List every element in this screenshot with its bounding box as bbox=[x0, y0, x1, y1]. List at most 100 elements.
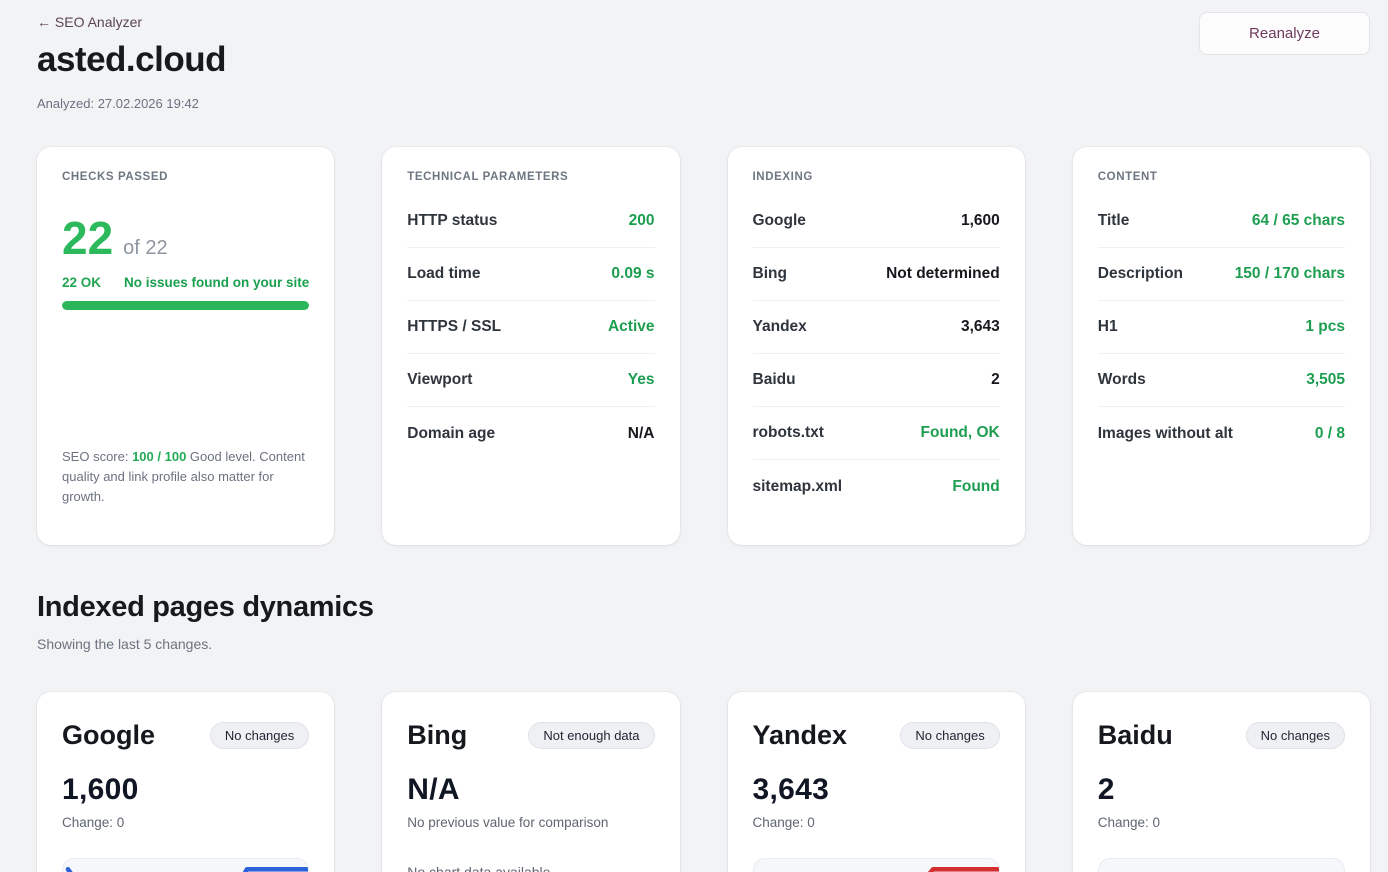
dynamics-section-subtitle: Showing the last 5 changes. bbox=[37, 636, 1370, 652]
checks-score: 22 bbox=[62, 215, 113, 261]
technical-rows: HTTP status 200 Load time 0.09 s HTTPS /… bbox=[407, 195, 654, 460]
change-label: Change: 0 bbox=[753, 815, 1000, 830]
yandex-dynamics-card: Yandex No changes 3,643 Change: 0 bbox=[728, 692, 1025, 872]
indexed-pages-value: 3,643 bbox=[753, 773, 1000, 807]
row-label: HTTP status bbox=[407, 212, 497, 230]
seo-report-page: ← SEO Analyzer Reanalyze asted.cloud Ana… bbox=[0, 0, 1388, 872]
row-label: H1 bbox=[1098, 318, 1118, 336]
row-value: 1 pcs bbox=[1305, 318, 1345, 336]
checks-progress-bar bbox=[62, 301, 309, 310]
row-h1-count: H1 1 pcs bbox=[1098, 301, 1345, 354]
row-viewport: Viewport Yes bbox=[407, 354, 654, 407]
analyzed-timestamp: Analyzed: 27.02.2026 19:42 bbox=[37, 96, 1370, 111]
status-badge: No changes bbox=[900, 722, 999, 749]
card-header: Google No changes bbox=[62, 720, 309, 751]
content-card: CONTENT Title 64 / 65 chars Description … bbox=[1073, 147, 1370, 545]
row-value: 0 / 8 bbox=[1315, 425, 1345, 443]
change-label: Change: 0 bbox=[62, 815, 309, 830]
seo-score-note: SEO score: 100 / 100 Good level. Content… bbox=[62, 447, 309, 507]
sparkline-chart bbox=[1098, 858, 1345, 872]
row-domain-age: Domain age N/A bbox=[407, 407, 654, 460]
row-label: Load time bbox=[407, 265, 480, 283]
row-label: Title bbox=[1098, 212, 1130, 230]
row-value: Not determined bbox=[886, 265, 1000, 283]
dynamics-cards-row: Google No changes 1,600 Change: 0 Bing N… bbox=[37, 692, 1370, 872]
engine-name: Baidu bbox=[1098, 720, 1173, 751]
row-value: N/A bbox=[628, 425, 655, 443]
reanalyze-button[interactable]: Reanalyze bbox=[1199, 12, 1370, 55]
status-badge: Not enough data bbox=[528, 722, 654, 749]
indexing-card: INDEXING Google 1,600 Bing Not determine… bbox=[728, 147, 1025, 545]
indexed-pages-value: N/A bbox=[407, 773, 654, 807]
checks-progress-fill bbox=[62, 301, 309, 310]
change-label: Change: 0 bbox=[1098, 815, 1345, 830]
row-robots-txt: robots.txt Found, OK bbox=[753, 407, 1000, 460]
card-header: Yandex No changes bbox=[753, 720, 1000, 751]
score-row: 22 of 22 bbox=[62, 215, 309, 261]
card-label: TECHNICAL PARAMETERS bbox=[407, 171, 654, 183]
technical-parameters-card: TECHNICAL PARAMETERS HTTP status 200 Loa… bbox=[382, 147, 679, 545]
row-label: Domain age bbox=[407, 425, 495, 443]
card-label: CONTENT bbox=[1098, 171, 1345, 183]
row-words-count: Words 3,505 bbox=[1098, 354, 1345, 407]
row-value: 150 / 170 chars bbox=[1235, 265, 1345, 283]
page-title: asted.cloud bbox=[37, 40, 1370, 80]
row-yandex-index: Yandex 3,643 bbox=[753, 301, 1000, 354]
engine-name: Yandex bbox=[753, 720, 848, 751]
checks-ok-count: 22 OK bbox=[62, 275, 101, 290]
engine-name: Google bbox=[62, 720, 155, 751]
indexing-rows: Google 1,600 Bing Not determined Yandex … bbox=[753, 195, 1000, 513]
sparkline-chart bbox=[753, 858, 1000, 872]
row-load-time: Load time 0.09 s bbox=[407, 248, 654, 301]
row-label: HTTPS / SSL bbox=[407, 318, 501, 336]
row-value: Yes bbox=[628, 371, 655, 389]
row-http-status: HTTP status 200 bbox=[407, 195, 654, 248]
checks-status-row: 22 OK No issues found on your site bbox=[62, 275, 309, 290]
row-label: sitemap.xml bbox=[753, 478, 843, 496]
row-baidu-index: Baidu 2 bbox=[753, 354, 1000, 407]
row-title-chars: Title 64 / 65 chars bbox=[1098, 195, 1345, 248]
row-value: 3,505 bbox=[1306, 371, 1345, 389]
row-bing-index: Bing Not determined bbox=[753, 248, 1000, 301]
seo-score-value: 100 / 100 bbox=[132, 449, 186, 464]
row-label: robots.txt bbox=[753, 424, 824, 442]
row-google-index: Google 1,600 bbox=[753, 195, 1000, 248]
row-label: Viewport bbox=[407, 371, 472, 389]
row-value: Found, OK bbox=[921, 424, 1000, 442]
baidu-dynamics-card: Baidu No changes 2 Change: 0 bbox=[1073, 692, 1370, 872]
row-value: 2 bbox=[991, 371, 1000, 389]
row-value: 200 bbox=[629, 212, 655, 230]
seo-score-prefix: SEO score: bbox=[62, 449, 132, 464]
change-label: No previous value for comparison bbox=[407, 815, 654, 830]
bing-dynamics-card: Bing Not enough data N/A No previous val… bbox=[382, 692, 679, 872]
checks-status-message: No issues found on your site bbox=[124, 275, 309, 290]
row-sitemap-xml: sitemap.xml Found bbox=[753, 460, 1000, 513]
row-label: Google bbox=[753, 212, 806, 230]
engine-name: Bing bbox=[407, 720, 467, 751]
row-value: 3,643 bbox=[961, 318, 1000, 336]
card-label: INDEXING bbox=[753, 171, 1000, 183]
row-label: Yandex bbox=[753, 318, 807, 336]
content-rows: Title 64 / 65 chars Description 150 / 17… bbox=[1098, 195, 1345, 460]
no-chart-message: No chart data available. bbox=[407, 864, 654, 872]
back-link[interactable]: ← SEO Analyzer bbox=[37, 14, 142, 30]
checks-passed-card: CHECKS PASSED 22 of 22 22 OK No issues f… bbox=[37, 147, 334, 545]
row-value: 0.09 s bbox=[611, 265, 654, 283]
dynamics-section-title: Indexed pages dynamics bbox=[37, 591, 1370, 624]
card-header: Baidu No changes bbox=[1098, 720, 1345, 751]
card-label: CHECKS PASSED bbox=[62, 171, 309, 183]
sparkline-chart bbox=[62, 858, 309, 872]
indexed-pages-value: 2 bbox=[1098, 773, 1345, 807]
checks-total: of 22 bbox=[123, 237, 167, 260]
card-header: Bing Not enough data bbox=[407, 720, 654, 751]
row-label: Words bbox=[1098, 371, 1146, 389]
row-https-ssl: HTTPS / SSL Active bbox=[407, 301, 654, 354]
row-label: Baidu bbox=[753, 371, 796, 389]
row-label: Description bbox=[1098, 265, 1183, 283]
row-value: 1,600 bbox=[961, 212, 1000, 230]
row-value: Active bbox=[608, 318, 655, 336]
indexed-pages-value: 1,600 bbox=[62, 773, 309, 807]
row-description-chars: Description 150 / 170 chars bbox=[1098, 248, 1345, 301]
row-value: Found bbox=[952, 478, 999, 496]
status-badge: No changes bbox=[1246, 722, 1345, 749]
